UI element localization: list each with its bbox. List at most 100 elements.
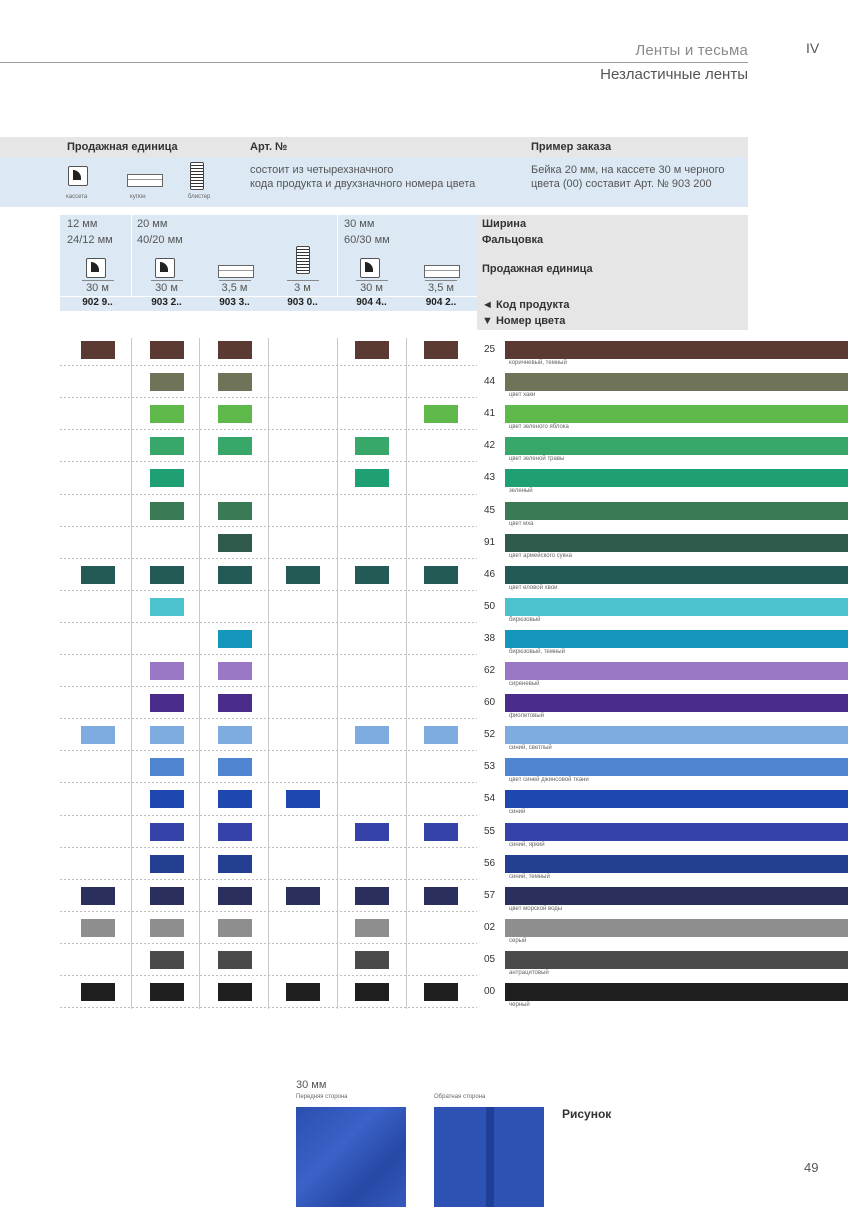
column-length: 3,5 м [218,280,251,295]
color-number: 44 [484,376,496,388]
color-swatch [354,950,389,969]
column-length: 3 м [286,280,319,295]
color-bar [505,694,848,713]
figure-back-label: Обратная сторона [434,1094,486,1100]
coupon-icon [424,265,460,278]
column-length: 3,5 м [425,280,457,295]
color-swatch [80,726,115,745]
color-swatch [217,983,252,1001]
color-number: 52 [484,729,496,741]
color-number: 57 [484,889,496,901]
color-bar [505,790,848,809]
color-swatch [217,501,252,520]
icon-label-blister: блистер [188,194,211,200]
color-swatch [149,597,184,616]
color-number: 38 [484,632,496,644]
product-code: 903 2.. [151,297,182,308]
color-number: 46 [484,568,496,580]
color-swatch [80,341,115,359]
column-length: 30 м [81,280,114,295]
product-code: 902 9.. [82,297,113,308]
column-separator [337,338,338,1010]
color-bar [505,373,848,392]
color-name: зеленый [509,488,533,495]
color-swatch [217,822,252,841]
row-divider [60,493,477,495]
fold-12: 24/12 мм [67,234,113,246]
row-divider [60,846,477,848]
color-name: синий, светлый [509,745,552,752]
column-separator [406,338,407,1010]
unit-header: Продажная единица [67,141,178,153]
color-bar [505,662,848,680]
color-swatch [354,983,389,1001]
color-number: 42 [484,440,496,452]
color-bar [505,950,848,969]
color-number: 00 [484,986,496,997]
color-name: цвет мха [509,520,534,527]
color-bar [505,726,848,745]
figure-front-label: Передняя сторона [296,1094,348,1100]
color-name: бирюзовый, темный [509,648,565,655]
color-bar [505,469,848,488]
color-swatch [217,662,252,680]
section-number: IV [806,40,820,56]
row-divider [60,718,477,720]
cassette-icon [359,258,380,278]
color-swatch [149,662,184,680]
color-bar [505,341,848,359]
row-divider [60,589,477,591]
art-header: Арт. № [250,141,288,153]
color-swatch [217,694,252,713]
color-swatch [217,854,252,873]
color-name: сиреневый [509,681,540,687]
color-swatch [149,341,184,359]
color-name: антрацитовый [509,969,549,976]
color-number: 45 [484,504,496,516]
color-bar [505,629,848,648]
color-swatch [285,790,320,809]
color-number: 02 [484,921,496,933]
color-number: 50 [484,600,496,612]
row-divider [60,1007,477,1009]
color-swatch [217,565,252,584]
row-divider [60,557,477,559]
color-swatch [80,918,115,937]
cassette-icon [68,166,88,186]
color-number: 53 [484,761,496,773]
example-header: Пример заказа [531,141,612,153]
product-code: 903 3.. [219,297,250,308]
color-bar [505,854,848,873]
color-bar [505,983,848,1001]
row-divider [60,429,477,431]
row-divider [60,750,477,752]
color-swatch [149,886,184,905]
row-divider [60,365,477,367]
color-swatch [149,822,184,841]
color-swatch [217,373,252,392]
color-bar [505,437,848,456]
color-swatch [217,790,252,809]
color-swatch [149,437,184,456]
color-swatch [354,341,389,359]
legend-color-number: ▼ Номер цвета [482,315,566,327]
color-bar [505,597,848,616]
color-number: 62 [484,665,496,676]
product-code: 904 2.. [425,297,457,308]
color-bar [505,405,848,424]
color-name: синий [509,809,526,816]
legend-unit: Продажная единица [482,263,593,275]
color-swatch [149,405,184,424]
color-name: бирюзовый [509,616,541,623]
color-bar [505,565,848,584]
color-swatch [354,886,389,905]
color-bar [505,533,848,552]
color-swatch [217,437,252,456]
color-swatch [217,886,252,905]
color-swatch [424,405,458,424]
tape-back-sample [434,1107,544,1207]
example-text-2: цвета (00) составит Арт. № 903 200 [531,178,712,190]
example-text-1: Бейка 20 мм, на кассете 30 м черного [531,164,725,176]
color-name: фиолетовый [509,713,545,720]
row-divider [60,654,477,655]
